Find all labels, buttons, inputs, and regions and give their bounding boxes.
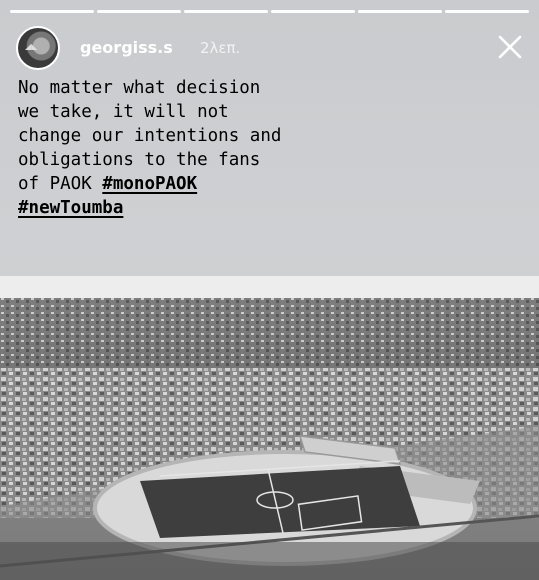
caption-line: we take, it will not	[18, 102, 229, 122]
caption-text: of PAOK	[18, 174, 103, 194]
progress-segment	[184, 10, 268, 13]
avatar[interactable]: ◢◣	[16, 26, 60, 70]
close-icon	[498, 35, 522, 59]
username[interactable]: georgiss.s	[80, 38, 173, 57]
caption-line: No matter what decision	[18, 78, 261, 98]
time-ago: 2λεπ.	[200, 39, 241, 57]
progress-segment	[97, 10, 181, 13]
stadium-photo-illustration	[0, 276, 539, 580]
caption-line: of PAOK #monoPAOK	[18, 172, 358, 196]
caption-line: change our intentions and	[18, 126, 282, 146]
story-caption: No matter what decision we take, it will…	[18, 76, 358, 220]
hashtag-link[interactable]: #monoPAOK	[102, 174, 197, 194]
caption-line: obligations to the fans	[18, 150, 261, 170]
story-header: ◢◣ georgiss.s 2λεπ.	[16, 26, 523, 70]
story-progress-bar	[10, 10, 529, 13]
progress-segment	[10, 10, 94, 13]
hashtag-link[interactable]: #newToumba	[18, 198, 123, 218]
stadium-photo	[0, 276, 539, 580]
progress-segment	[445, 10, 529, 13]
caption-line: #newToumba	[18, 196, 358, 220]
close-button[interactable]	[497, 34, 523, 60]
progress-segment	[271, 10, 355, 13]
progress-segment	[358, 10, 442, 13]
